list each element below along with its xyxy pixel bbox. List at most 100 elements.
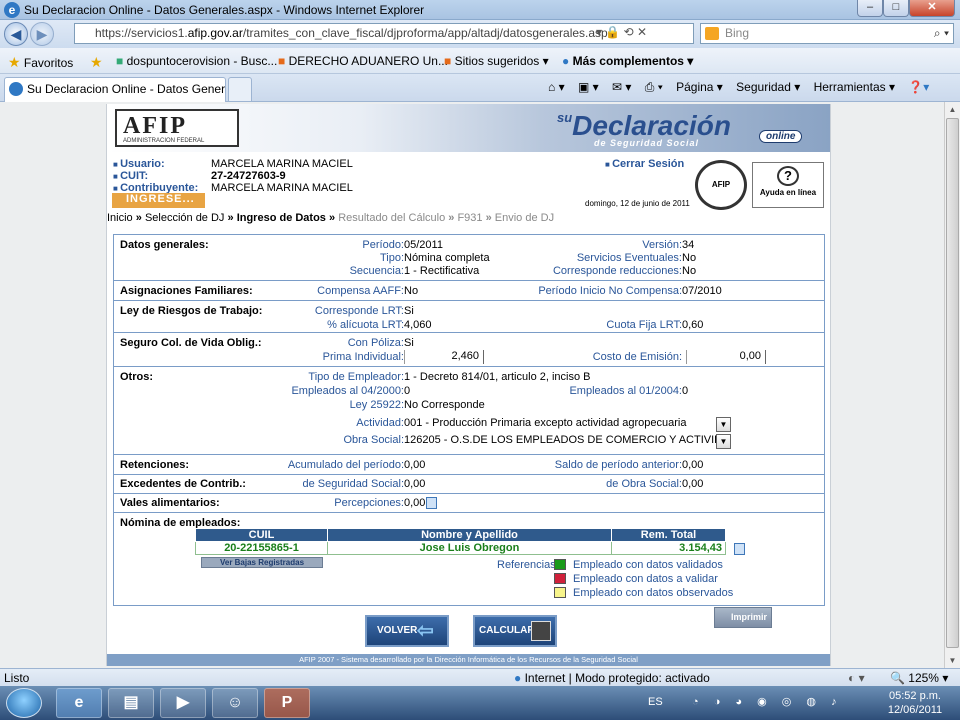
section-title: Vales alimentarios: — [120, 497, 220, 509]
section-retenciones: Retenciones: Acumulado del período: 0,00… — [114, 455, 824, 475]
command-bar: ⌂ ▾ ▣ ▾ ✉ ▾ ⎙ ▾ Página ▾ Seguridad ▾ Her… — [548, 80, 939, 95]
taskbar-media-icon[interactable]: ▶ — [160, 688, 206, 718]
zoom-control[interactable]: 🔍 125% ▾ — [890, 671, 948, 685]
star-icon: ★ — [8, 54, 21, 70]
periodo-label: Período: — [362, 239, 404, 251]
menu-seguridad[interactable]: Seguridad ▾ — [736, 80, 800, 94]
url-domain: afip.gov.ar — [187, 26, 243, 40]
prima-input[interactable]: 2,460 — [404, 350, 484, 364]
ver-bajas-button[interactable]: Ver Bajas Registradas — [201, 557, 323, 568]
arrow-left-icon: ⇦ — [417, 620, 434, 642]
con-poliza-label: Con Póliza: — [347, 337, 404, 349]
cuil-cell[interactable]: 20-22155865-1 — [195, 541, 328, 555]
breadcrumb-envio: Envio de DJ — [494, 212, 555, 224]
ref-yellow-swatch — [554, 587, 566, 598]
servicios-value: No — [682, 252, 697, 264]
actividad-select[interactable]: 001 - Producción Primaria excepto activi… — [404, 417, 716, 432]
ingrese-button[interactable]: INGRESE... — [112, 193, 205, 208]
seguridad-social-label: de Seguridad Social: — [302, 478, 404, 490]
ref-green-swatch — [554, 559, 566, 570]
language-indicator[interactable]: ES — [648, 696, 663, 708]
bing-icon — [705, 27, 719, 40]
url-path: /tramites_con_clave_fiscal/djproforma/ap… — [242, 26, 608, 40]
calcular-button[interactable]: CALCULAR — [473, 615, 557, 647]
section-title: Ley de Riesgos de Trabajo: — [120, 305, 263, 317]
costo-emision-input[interactable]: 0,00 — [686, 350, 766, 364]
version-label: Versión: — [642, 239, 682, 251]
windows-taskbar: e ▤ ▶ ☺ P ES ◔ ◑ ◕ ◉ ◎ ◍ ♪ 05:52 p.m. 12… — [0, 686, 960, 720]
favorites-button[interactable]: ★ Favoritos — [8, 54, 73, 71]
page-footer: AFIP 2007 - Sistema desarrollado por la … — [107, 654, 830, 666]
search-icon[interactable]: ⌕ ▾ — [934, 24, 949, 43]
close-button[interactable]: ✕ — [909, 0, 955, 17]
actividad-label: Actividad: — [356, 417, 404, 429]
new-tab-button[interactable] — [228, 77, 252, 102]
section-title: Seguro Col. de Vida Oblig.: — [120, 337, 262, 349]
section-asignaciones: Asignaciones Familiares: Compensa AAFF: … — [114, 281, 824, 301]
search-input[interactable]: Bing ⌕ ▾ — [700, 23, 954, 44]
obra-social-select[interactable]: 126205 - O.S.DE LOS EMPLEADOS DE COMERCI… — [404, 434, 716, 449]
favorite-link-3[interactable]: ■ Sitios sugeridos ▾ — [444, 54, 549, 68]
volver-button[interactable]: VOLVER ⇦ — [365, 615, 449, 647]
obra-social-exc-value: 0,00 — [682, 478, 704, 490]
address-actions[interactable]: ▾ 🔒 ⟲ ✕ — [596, 25, 647, 39]
tray-icons[interactable]: ◔ ◑ ◕ ◉ ◎ ◍ ♪ — [692, 695, 843, 708]
taskbar-ie-icon[interactable]: e — [56, 688, 102, 718]
tipo-empleador-value: 1 - Decreto 814/01, articulo 2, inciso B — [404, 371, 591, 383]
afip-badge-icon: AFIP — [695, 160, 747, 210]
section-seguro: Seguro Col. de Vida Oblig.: Con Póliza: … — [114, 333, 824, 367]
help-question-icon: ? — [777, 166, 799, 186]
print-icon[interactable]: ⎙ ▾ — [645, 80, 663, 94]
taskbar-powerpoint-icon[interactable]: P — [264, 688, 310, 718]
favorite-link-4[interactable]: ● Más complementos ▾ — [562, 54, 693, 68]
protected-mode-icon[interactable]: ◐ ▾ — [848, 671, 865, 685]
back-button[interactable]: ◀ — [4, 22, 28, 46]
alicuota-value: 4,060 — [404, 319, 432, 331]
taskbar-messenger-icon[interactable]: ☺ — [212, 688, 258, 718]
percepciones-label: Percepciones: — [334, 497, 404, 509]
menu-pagina[interactable]: Página ▾ — [676, 80, 723, 94]
scroll-up-icon[interactable]: ▲ — [947, 105, 958, 114]
imprimir-button[interactable]: Imprimir — [714, 607, 772, 628]
table-row[interactable]: 20-22155865-1 Jose Luis Obregon 3.154,43 — [195, 541, 726, 555]
forward-button[interactable]: ▶ — [30, 22, 54, 46]
alicuota-label: % alícuota LRT: — [327, 319, 404, 331]
page-favicon-icon — [9, 82, 23, 96]
document-icon[interactable] — [734, 543, 745, 555]
favorite-link-1[interactable]: ■ dospuntocerovision - Busc... — [116, 54, 277, 68]
section-vales: Vales alimentarios: Percepciones: 0,00 — [114, 494, 824, 513]
start-button[interactable] — [6, 688, 42, 718]
rem-total-cell[interactable]: 3.154,43 — [611, 541, 726, 555]
window-title-bar[interactable]: e Su Declaracion Online - Datos Generale… — [0, 0, 960, 20]
favorite-link-2[interactable]: ■ DERECHO ADUANERO Un... — [278, 54, 448, 68]
breadcrumb-inicio[interactable]: Inicio — [107, 212, 133, 224]
minimize-button[interactable]: – — [857, 0, 883, 17]
ie-logo-icon: e — [4, 2, 20, 18]
column-header: Rem. Total — [611, 528, 726, 542]
document-icon[interactable] — [426, 497, 437, 509]
menu-herramientas[interactable]: Herramientas ▾ — [814, 80, 895, 94]
chevron-down-icon[interactable]: ▼ — [716, 417, 731, 432]
home-icon[interactable]: ⌂ ▾ — [548, 80, 565, 94]
taskbar-clock[interactable]: 05:52 p.m. 12/06/2011 — [880, 689, 950, 717]
scroll-down-icon[interactable]: ▼ — [947, 656, 958, 665]
mail-icon[interactable]: ✉ ▾ — [612, 80, 631, 94]
cerrar-sesion-link[interactable]: ■ Cerrar Sesión — [605, 158, 684, 170]
breadcrumb-seleccion[interactable]: Selección de DJ — [145, 212, 225, 224]
maximize-button[interactable]: □ — [883, 0, 909, 17]
breadcrumb-resultado: Resultado del Cálculo — [338, 212, 446, 224]
vertical-scrollbar[interactable]: ▲ ▼ — [944, 102, 960, 668]
con-poliza-value: Si — [404, 337, 414, 349]
tab-active[interactable]: Su Declaracion Online - Datos Genera... — [4, 77, 226, 102]
ayuda-en-linea-button[interactable]: ? Ayuda en línea — [752, 162, 824, 208]
empleados-2004-value: 0 — [682, 385, 689, 397]
add-favorite-icon[interactable]: ★ — [90, 54, 103, 71]
chevron-down-icon[interactable]: ▼ — [716, 434, 731, 449]
taskbar-folder-icon[interactable]: ▤ — [108, 688, 154, 718]
nombre-cell[interactable]: Jose Luis Obregon — [327, 541, 612, 555]
scrollbar-thumb[interactable] — [946, 118, 959, 648]
ref-validados-label: Empleado con datos validados — [573, 559, 723, 571]
feeds-icon[interactable]: ▣ ▾ — [578, 80, 599, 94]
help-icon[interactable]: ❓▾ — [908, 80, 929, 94]
breadcrumb-ingreso: Ingreso de Datos — [236, 212, 326, 224]
